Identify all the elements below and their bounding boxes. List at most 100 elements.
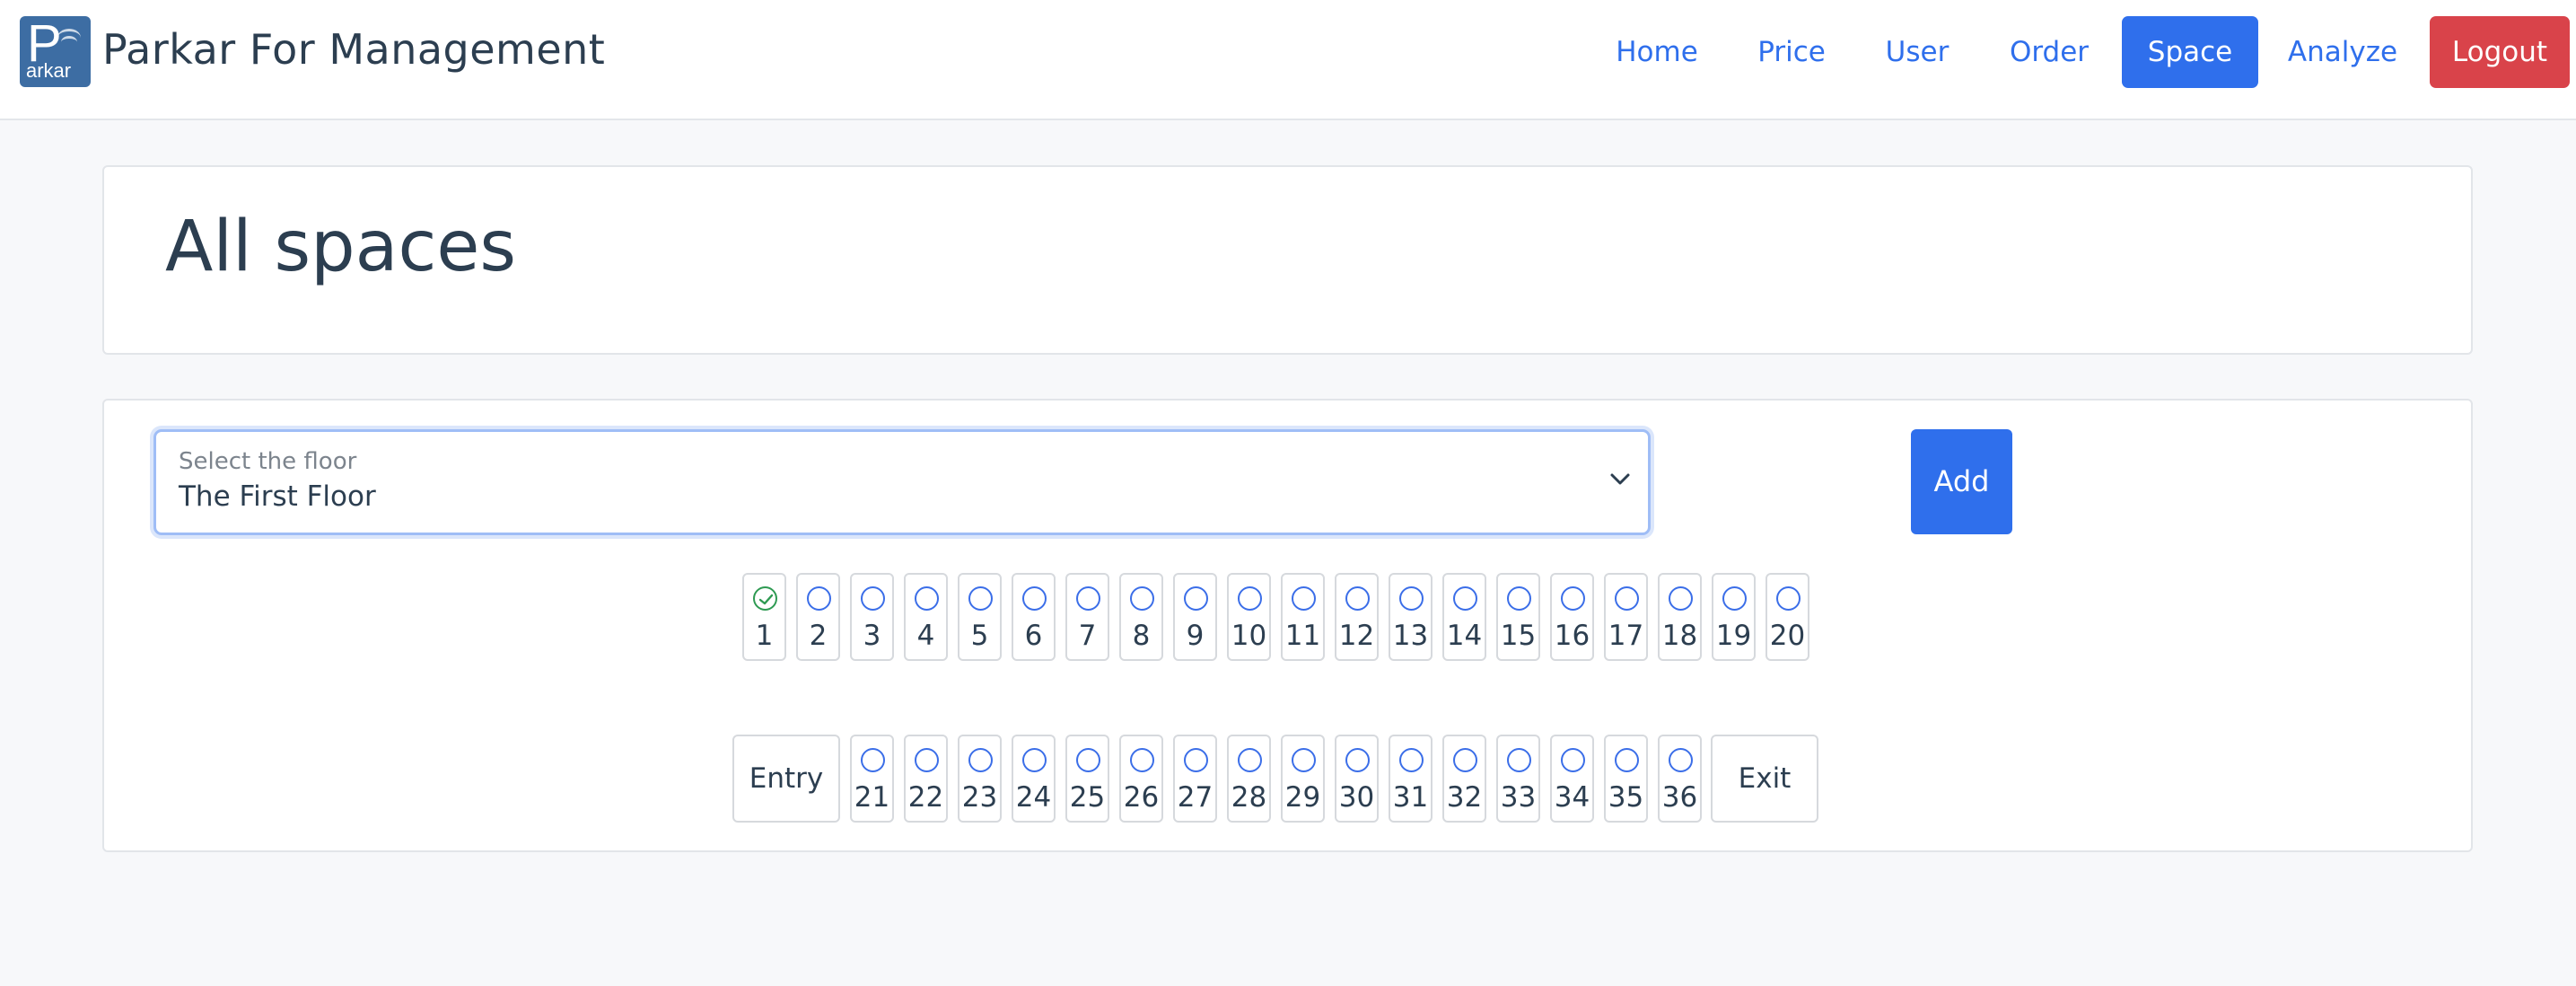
empty-circle-icon	[968, 748, 993, 772]
empty-circle-icon	[1184, 586, 1208, 611]
space-number: 31	[1392, 781, 1429, 814]
parking-space[interactable]: 5	[958, 573, 1002, 661]
parking-space[interactable]: 11	[1281, 573, 1325, 661]
space-number: 36	[1661, 781, 1698, 814]
space-number: 19	[1715, 620, 1752, 652]
parking-space[interactable]: 17	[1604, 573, 1648, 661]
empty-circle-icon	[968, 586, 993, 611]
parking-space[interactable]: 16	[1550, 573, 1594, 661]
space-number: 22	[907, 781, 944, 814]
empty-circle-icon	[861, 586, 885, 611]
empty-circle-icon	[1292, 586, 1316, 611]
brand-title[interactable]: Parkar For Management	[102, 25, 605, 74]
parking-space[interactable]: 29	[1281, 735, 1325, 823]
space-number: 13	[1392, 620, 1429, 652]
space-number: 18	[1661, 620, 1698, 652]
space-number: 2	[809, 620, 828, 652]
empty-circle-icon	[1453, 586, 1477, 611]
exit-gate: Exit	[1711, 735, 1818, 823]
parkar-logo[interactable]: P arkar	[20, 16, 91, 87]
parking-space[interactable]: 8	[1119, 573, 1163, 661]
parking-space[interactable]: 27	[1173, 735, 1217, 823]
nav-space[interactable]: Space	[2122, 16, 2258, 88]
page-title: All spaces	[165, 207, 516, 287]
space-number: 35	[1608, 781, 1644, 814]
parking-space[interactable]: 25	[1065, 735, 1109, 823]
parking-space[interactable]: 21	[850, 735, 894, 823]
space-number: 12	[1338, 620, 1375, 652]
parking-space[interactable]: 20	[1766, 573, 1809, 661]
parking-space[interactable]: 6	[1012, 573, 1056, 661]
logo-text: arkar	[26, 59, 72, 82]
empty-circle-icon	[1022, 748, 1047, 772]
empty-circle-icon	[1507, 748, 1531, 772]
empty-circle-icon	[807, 586, 831, 611]
empty-circle-icon	[1615, 748, 1639, 772]
nav-home[interactable]: Home	[1607, 16, 1707, 88]
parking-space[interactable]: 1	[742, 573, 786, 661]
parking-space[interactable]: 32	[1442, 735, 1486, 823]
empty-circle-icon	[1561, 586, 1585, 611]
parking-space[interactable]: 36	[1658, 735, 1702, 823]
parking-space[interactable]: 13	[1389, 573, 1433, 661]
nav-analyze[interactable]: Analyze	[2280, 16, 2405, 88]
parking-space[interactable]: 2	[796, 573, 840, 661]
parking-space[interactable]: 12	[1335, 573, 1379, 661]
parking-space[interactable]: 33	[1496, 735, 1540, 823]
empty-circle-icon	[1022, 586, 1047, 611]
space-number: 28	[1231, 781, 1267, 814]
space-number: 14	[1446, 620, 1483, 652]
space-number: 16	[1554, 620, 1590, 652]
parking-space[interactable]: 15	[1496, 573, 1540, 661]
empty-circle-icon	[1076, 748, 1100, 772]
nav-user[interactable]: User	[1876, 16, 1958, 88]
parking-space[interactable]: 23	[958, 735, 1002, 823]
logout-button[interactable]: Logout	[2430, 16, 2570, 88]
floor-select[interactable]: Select the floor The First Floor	[153, 429, 1651, 535]
empty-circle-icon	[1238, 586, 1262, 611]
parking-space[interactable]: 35	[1604, 735, 1648, 823]
parking-space[interactable]: 19	[1712, 573, 1756, 661]
parking-space[interactable]: 3	[850, 573, 894, 661]
parking-space[interactable]: 31	[1389, 735, 1433, 823]
space-number: 26	[1123, 781, 1160, 814]
parking-space[interactable]: 10	[1227, 573, 1271, 661]
parking-space[interactable]: 9	[1173, 573, 1217, 661]
parking-space[interactable]: 18	[1658, 573, 1702, 661]
space-number: 29	[1284, 781, 1321, 814]
check-circle-icon	[753, 586, 777, 611]
space-number: 20	[1769, 620, 1806, 652]
space-number: 34	[1554, 781, 1590, 814]
parking-space[interactable]: 14	[1442, 573, 1486, 661]
space-number: 10	[1231, 620, 1267, 652]
empty-circle-icon	[861, 748, 885, 772]
empty-circle-icon	[1345, 586, 1370, 611]
space-number: 17	[1608, 620, 1644, 652]
space-number: 5	[970, 620, 989, 652]
empty-circle-icon	[1130, 748, 1154, 772]
empty-circle-icon	[1722, 586, 1747, 611]
space-number: 23	[961, 781, 998, 814]
top-navbar: P arkar Parkar For Management Home Price…	[0, 0, 2576, 120]
empty-circle-icon	[1238, 748, 1262, 772]
space-number: 27	[1177, 781, 1214, 814]
chevron-down-icon	[1610, 473, 1630, 485]
parking-space[interactable]: 26	[1119, 735, 1163, 823]
parking-space[interactable]: 34	[1550, 735, 1594, 823]
empty-circle-icon	[1399, 748, 1424, 772]
space-number: 32	[1446, 781, 1483, 814]
nav-price[interactable]: Price	[1748, 16, 1835, 88]
add-space-button[interactable]: Add	[1911, 429, 2012, 534]
parking-space[interactable]: 30	[1335, 735, 1379, 823]
parking-space[interactable]: 24	[1012, 735, 1056, 823]
empty-circle-icon	[1399, 586, 1424, 611]
space-number: 15	[1500, 620, 1537, 652]
parking-space[interactable]: 4	[904, 573, 948, 661]
space-number: 9	[1186, 620, 1205, 652]
nav-order[interactable]: Order	[2000, 16, 2098, 88]
space-number: 11	[1284, 620, 1321, 652]
parking-space[interactable]: 28	[1227, 735, 1271, 823]
parking-space[interactable]: 22	[904, 735, 948, 823]
logo-wave-mark-inner	[61, 36, 77, 48]
parking-space[interactable]: 7	[1065, 573, 1109, 661]
